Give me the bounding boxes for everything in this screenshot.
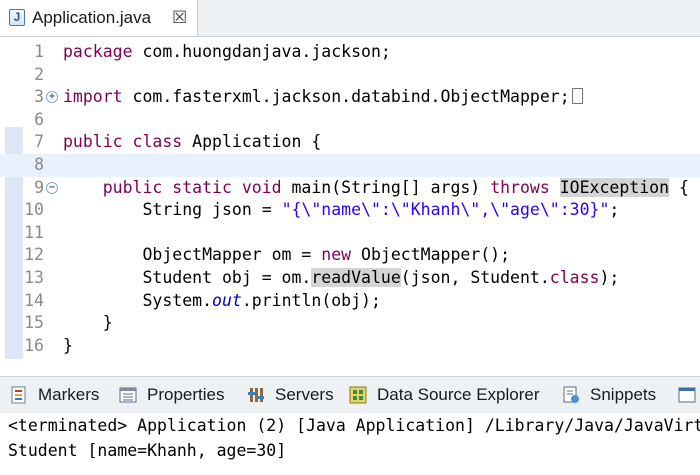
code-text: Student obj = om.readValue(json, Student… <box>142 268 620 287</box>
view-tab-bar: Markers Properties Servers Data Source E… <box>0 376 700 414</box>
markers-icon <box>11 386 26 404</box>
occurrence-highlight: IOException <box>559 177 670 197</box>
code-line: 12 ObjectMapper om = new ObjectMapper(); <box>0 244 700 267</box>
code-text: } <box>63 335 73 355</box>
editor-tab-application-java[interactable]: J Application.java ☒ <box>0 0 198 36</box>
tab-label: Snippets <box>590 385 657 404</box>
code-line: 3 + import com.fasterxml.jackson.databin… <box>0 86 700 109</box>
code-editor[interactable]: 1 package com.huongdanjava.jackson; 2 3 … <box>0 37 700 367</box>
tab-label: Servers <box>275 385 334 404</box>
occurrence-highlight: readValue <box>311 268 401 287</box>
editor-tab-title: Application.java <box>32 8 152 27</box>
code-text: ObjectMapper om = new ObjectMapper(); <box>142 245 511 265</box>
console-status-line: <terminated> Application (2) [Java Appli… <box>8 416 700 435</box>
snippets-icon <box>563 386 579 403</box>
line-number: 10 <box>24 200 44 220</box>
code-line: 10 String json = "{\"name\":\"Khanh\",\"… <box>0 199 700 222</box>
line-number: 15 <box>24 313 44 333</box>
code-text: public static void main(String[] args) t… <box>102 177 689 197</box>
code-text: package com.huongdanjava.jackson; <box>63 42 391 61</box>
console-output-line: Student [name=Khanh, age=30] <box>8 441 287 460</box>
console-icon <box>678 387 696 403</box>
fold-expand-icon[interactable]: + <box>46 91 58 104</box>
code-text: String json = "{\"name\":\"Khanh\",\"age… <box>142 200 620 220</box>
servers-icon <box>248 388 264 402</box>
java-file-icon: J <box>9 9 25 26</box>
editor-tab-bar: J Application.java ☒ <box>0 0 700 37</box>
line-number: 14 <box>24 290 44 310</box>
line-number: 3 <box>34 87 44 107</box>
line-number: 11 <box>24 222 44 242</box>
code-line: 7 public class Application { <box>0 131 700 154</box>
current-code-line: 8 <box>0 154 700 177</box>
code-text: System.out.println(obj); <box>142 290 381 310</box>
line-number: 16 <box>24 335 44 355</box>
line-number: 7 <box>34 132 44 152</box>
fold-collapse-icon[interactable]: − <box>46 181 58 194</box>
code-line: 14 System.out.println(obj); <box>0 290 700 313</box>
line-number: 6 <box>34 109 44 129</box>
collapsed-imports-icon[interactable] <box>571 88 583 105</box>
code-text: } <box>102 313 113 333</box>
line-number: 1 <box>34 42 44 61</box>
line-number: 8 <box>34 155 44 174</box>
code-line: 6 <box>0 109 700 132</box>
code-line: 9 − public static void main(String[] arg… <box>0 177 700 200</box>
line-number: 13 <box>24 268 44 287</box>
code-line: 1 package com.huongdanjava.jackson; <box>0 41 700 64</box>
tab-label: Properties <box>147 385 225 404</box>
code-line: 11 <box>0 222 700 245</box>
code-text: import com.fasterxml.jackson.databind.Ob… <box>63 86 583 109</box>
tab-label: Markers <box>38 385 100 404</box>
tab-label: Data Source Explorer <box>377 385 540 404</box>
code-text: public class Application { <box>63 132 322 152</box>
data-source-explorer-icon <box>349 386 367 404</box>
console-view[interactable]: <terminated> Application (2) [Java Appli… <box>0 413 700 475</box>
code-line: 15 } <box>0 312 700 335</box>
line-number: 9 <box>34 177 44 197</box>
code-line: 2 <box>0 64 700 87</box>
line-number: 12 <box>24 245 44 265</box>
close-icon[interactable]: ☒ <box>172 8 187 28</box>
line-number: 2 <box>34 64 44 84</box>
code-line: 16 } <box>0 335 700 358</box>
code-line: 13 Student obj = om.readValue(json, Stud… <box>0 267 700 290</box>
properties-icon <box>119 387 137 403</box>
